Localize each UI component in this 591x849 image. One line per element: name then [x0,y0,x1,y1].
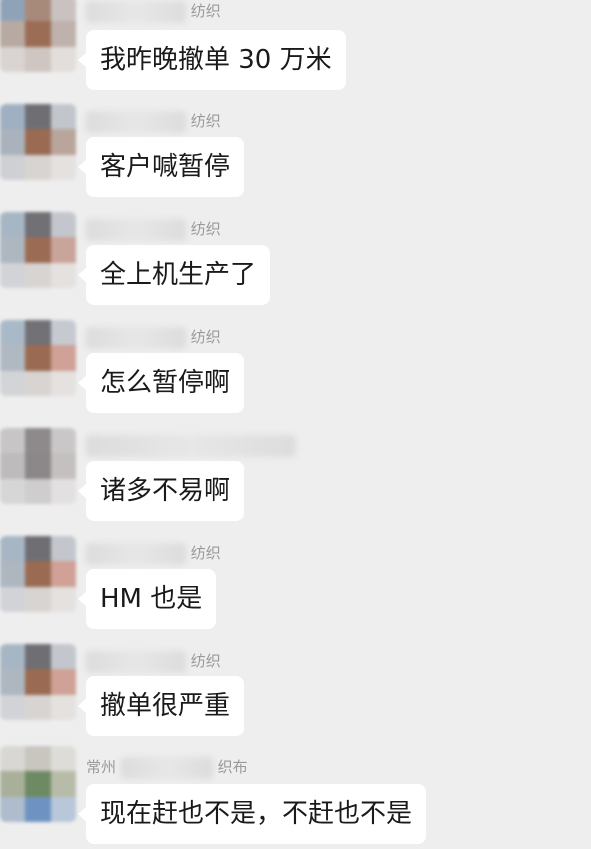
message-bubble[interactable]: 客户喊暂停 [77,137,245,197]
sender-name-text: 纺织 [190,112,221,130]
sender-name-text: 纺织 [190,220,221,238]
message-row: 纺织 我昨晚撤单 30 万米 [0,0,591,100]
message-text: 怎么暂停啊 [100,368,231,398]
sender-name-text: 织布 [217,758,248,776]
sender-name: 纺织 [86,108,221,134]
message-text: 诸多不易啊 [100,476,231,506]
message-text: 客户喊暂停 [100,152,231,182]
message-row: 纺织 怎么暂停啊 [0,316,591,424]
message-row: 纺织 客户喊暂停 [0,100,591,208]
sender-name: 常州 织布 [86,754,248,780]
message-bubble[interactable]: 怎么暂停啊 [77,353,245,413]
message-text: 现在赶也不是，不赶也不是 [100,799,413,829]
message-row: 纺织 撤单很严重 [0,640,591,744]
sender-name: 纺织 [86,324,221,350]
sender-name: 纺织 [86,540,221,566]
sender-name: 纺织 [86,648,221,674]
avatar[interactable] [0,536,76,612]
message-row: 纺织 HM 也是 [0,532,591,640]
sender-name: 纺织 [86,0,221,24]
avatar[interactable] [0,746,76,822]
sender-name-text: 纺织 [190,652,221,670]
sender-name-text: 纺织 [190,544,221,562]
avatar[interactable] [0,212,76,288]
message-bubble[interactable]: 撤单很严重 [77,676,245,736]
message-text: 撤单很严重 [100,691,231,721]
message-bubble[interactable]: 诸多不易啊 [77,461,245,521]
avatar[interactable] [0,320,76,396]
message-text: 全上机生产了 [100,260,257,290]
sender-name [86,432,296,458]
message-text: 我昨晚撤单 30 万米 [100,45,332,75]
avatar[interactable] [0,428,76,504]
sender-name: 纺织 [86,216,221,242]
message-text: HM 也是 [100,584,203,614]
message-bubble[interactable]: 我昨晚撤单 30 万米 [78,30,346,90]
sender-name-text: 纺织 [190,2,221,20]
sender-name-text: 纺织 [190,328,221,346]
message-row: 常州 织布 现在赶也不是，不赶也不是 [0,744,591,849]
message-bubble[interactable]: HM 也是 [77,569,217,629]
avatar[interactable] [0,0,76,72]
sender-name-prefix: 常州 [86,758,117,776]
message-bubble[interactable]: 全上机生产了 [77,245,271,305]
message-bubble[interactable]: 现在赶也不是，不赶也不是 [77,784,427,844]
avatar[interactable] [0,644,76,720]
avatar[interactable] [0,104,76,180]
message-row: 纺织 全上机生产了 [0,208,591,316]
message-row: 诸多不易啊 [0,424,591,532]
